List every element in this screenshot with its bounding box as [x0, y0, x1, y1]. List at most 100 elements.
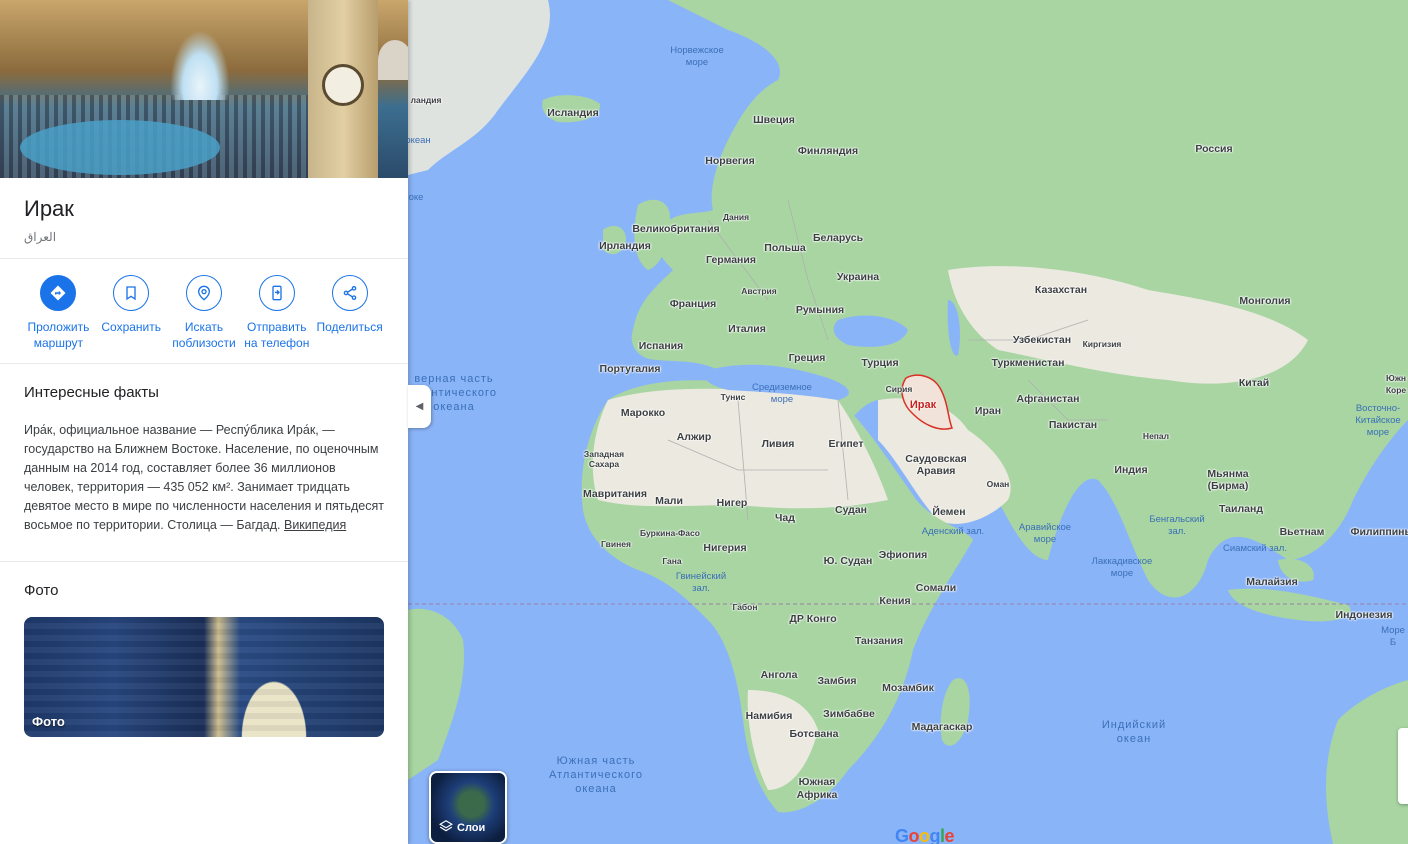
map-country-label[interactable]: Швеция: [753, 114, 795, 126]
map-country-label[interactable]: Дания: [723, 212, 749, 222]
map-country-label[interactable]: Чад: [775, 512, 795, 524]
map-country-label[interactable]: Нигер: [717, 497, 748, 509]
send-to-phone-button[interactable]: Отправить на телефон: [240, 275, 313, 351]
map-country-label[interactable]: Марокко: [621, 407, 665, 419]
map-ocean-label[interactable]: Южная часть Атлантического океана: [549, 754, 643, 796]
map-country-label[interactable]: Узбекистан: [1013, 334, 1071, 346]
map-water-label[interactable]: Гвинейский зал.: [676, 571, 726, 595]
map-country-label[interactable]: Турция: [861, 357, 898, 369]
map-water-label[interactable]: Аденский зал.: [922, 526, 984, 538]
map-country-label[interactable]: Финляндия: [798, 145, 858, 157]
map-country-label[interactable]: Великобритания: [632, 223, 719, 235]
map-country-label[interactable]: Сирия: [886, 384, 913, 394]
share-button[interactable]: Поделиться: [313, 275, 386, 351]
search-nearby-button[interactable]: Искать поблизости: [168, 275, 241, 351]
map-country-label[interactable]: Египет: [828, 438, 863, 450]
map-country-label[interactable]: Малайзия: [1246, 576, 1297, 588]
map-country-label[interactable]: Португалия: [600, 363, 661, 375]
map-country-label[interactable]: Австрия: [741, 286, 776, 296]
map-water-label[interactable]: Аравийское море: [1019, 522, 1071, 546]
map-country-label[interactable]: Нигерия: [703, 542, 746, 554]
map-country-label[interactable]: Украина: [837, 271, 879, 283]
map-country-label[interactable]: Ангола: [761, 669, 798, 681]
map-canvas[interactable]: Ирак Исландия Швеция Финляндия Норвегия …: [408, 0, 1408, 844]
map-country-label[interactable]: Буркина-Фасо: [640, 528, 700, 538]
map-country-label[interactable]: Греция: [789, 352, 826, 364]
map-country-label[interactable]: Западная Сахара: [584, 449, 624, 469]
wikipedia-link[interactable]: Википедия: [284, 518, 346, 532]
map-country-label[interactable]: Мьянма (Бирма): [1207, 468, 1248, 492]
map-country-label[interactable]: ДР Конго: [789, 613, 836, 625]
map-ocean-label[interactable]: Индийский океан: [1102, 718, 1166, 746]
map-country-label[interactable]: Зимбабве: [823, 708, 875, 720]
map-water-label[interactable]: Восточно-Китайское море: [1355, 403, 1400, 439]
map-country-label[interactable]: Иран: [975, 405, 1001, 417]
map-country-label[interactable]: Италия: [728, 323, 766, 335]
map-country-label[interactable]: Вьетнам: [1280, 526, 1325, 538]
map-country-label[interactable]: Гвинея: [601, 539, 631, 549]
photo-card[interactable]: Фото: [24, 617, 384, 737]
map-country-label[interactable]: Саудовская Аравия: [905, 453, 966, 477]
map-country-label[interactable]: Ю. Судан: [824, 555, 873, 567]
map-country-label[interactable]: Исландия: [547, 107, 599, 119]
map-country-label[interactable]: Мали: [655, 495, 683, 507]
map-country-label[interactable]: Индия: [1114, 464, 1147, 476]
map-water-label[interactable]: океан: [408, 135, 431, 147]
map-country-label[interactable]: Габон: [732, 602, 757, 612]
map-country-label[interactable]: Тунис: [721, 392, 746, 402]
map-country-label[interactable]: Непал: [1143, 431, 1169, 441]
save-button[interactable]: Сохранить: [95, 275, 168, 351]
map-country-label[interactable]: Индонезия: [1336, 609, 1393, 621]
map-country-label[interactable]: Беларусь: [813, 232, 863, 244]
map-country-label[interactable]: ландия: [411, 95, 442, 105]
map-country-label[interactable]: Румыния: [796, 304, 844, 316]
map-country-label[interactable]: Киргизия: [1083, 339, 1122, 349]
map-country-label[interactable]: Алжир: [677, 431, 712, 443]
map-country-label[interactable]: Германия: [706, 254, 756, 266]
map-country-label[interactable]: Пакистан: [1049, 419, 1097, 431]
map-country-label[interactable]: Туркменистан: [992, 357, 1065, 369]
map-water-label[interactable]: оке: [409, 192, 424, 204]
map-country-label[interactable]: Ботсвана: [790, 728, 839, 740]
map-country-label[interactable]: Замбия: [817, 675, 856, 687]
map-water-label[interactable]: Лаккадивское море: [1092, 556, 1153, 580]
map-country-label[interactable]: Филиппины: [1351, 526, 1408, 538]
map-country-label[interactable]: Сомали: [916, 582, 956, 594]
layers-button[interactable]: Слои: [429, 771, 507, 844]
map-country-label[interactable]: Монголия: [1239, 295, 1290, 307]
map-country-label[interactable]: Мозамбик: [882, 682, 934, 694]
map-country-label[interactable]: Намибия: [746, 710, 793, 722]
map-water-label[interactable]: Море Б: [1381, 625, 1405, 649]
map-country-label[interactable]: Франция: [670, 298, 717, 310]
map-country-label[interactable]: Польша: [764, 242, 805, 254]
map-country-label[interactable]: Оман: [987, 479, 1010, 489]
zoom-control[interactable]: [1398, 728, 1408, 804]
map-country-label[interactable]: Йемен: [932, 506, 965, 518]
map-country-label[interactable]: Афганистан: [1017, 393, 1080, 405]
map-country-label[interactable]: Танзания: [855, 635, 903, 647]
map-country-label[interactable]: Норвегия: [705, 155, 755, 167]
map-country-label[interactable]: Южн: [1386, 373, 1406, 383]
map-country-label[interactable]: Эфиопия: [879, 549, 927, 561]
map-country-label[interactable]: Казахстан: [1035, 284, 1087, 296]
selected-country-label[interactable]: Ирак: [910, 399, 936, 411]
map-country-label[interactable]: Россия: [1195, 143, 1232, 155]
map-water-label[interactable]: Сиамский зал.: [1223, 543, 1287, 555]
map-country-label[interactable]: Южная Африка: [797, 776, 838, 802]
map-water-label[interactable]: Норвежское море: [670, 45, 723, 69]
map-country-label[interactable]: Мавритания: [583, 488, 647, 500]
map-country-label[interactable]: Коре: [1386, 385, 1406, 395]
place-hero-photo[interactable]: [0, 0, 408, 178]
map-country-label[interactable]: Китай: [1239, 377, 1269, 389]
collapse-panel-button[interactable]: ◀: [408, 385, 431, 428]
map-country-label[interactable]: Испания: [639, 340, 684, 352]
map-country-label[interactable]: Таиланд: [1219, 503, 1263, 515]
map-country-label[interactable]: Мадагаскар: [912, 721, 973, 733]
map-country-label[interactable]: Ирландия: [599, 240, 651, 252]
map-water-label[interactable]: Средиземное море: [752, 382, 812, 406]
map-country-label[interactable]: Судан: [835, 504, 867, 516]
map-water-label[interactable]: Бенгальский зал.: [1149, 514, 1204, 538]
map-country-label[interactable]: Кения: [879, 595, 910, 607]
map-country-label[interactable]: Ливия: [762, 438, 795, 450]
directions-button[interactable]: Проложить маршрут: [22, 275, 95, 351]
